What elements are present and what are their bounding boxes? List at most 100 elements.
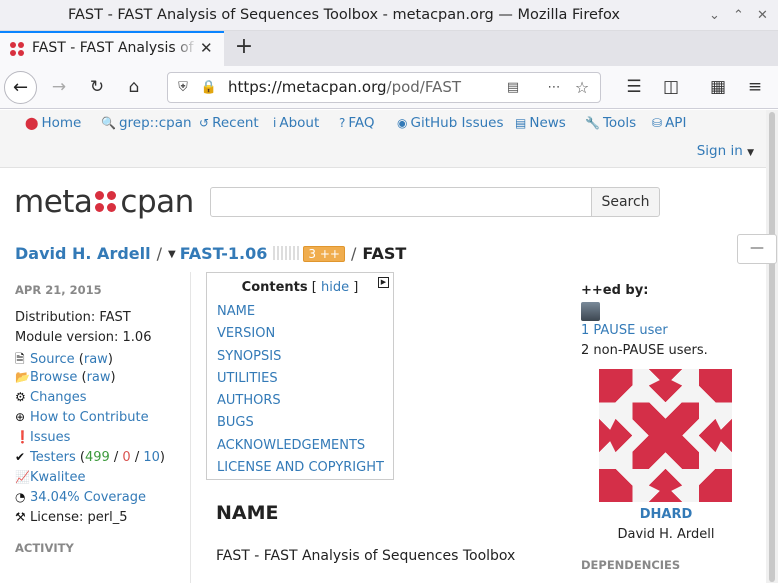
new-tab-icon[interactable]: +	[232, 34, 256, 59]
tab-bar: FAST - FAST Analysis of Sequences Toolbo…	[0, 31, 778, 66]
home-dots-icon: ⬤	[25, 116, 39, 130]
database-icon: ⛁	[652, 116, 663, 130]
toc-item-version[interactable]: VERSION	[217, 326, 384, 348]
extensions-icon[interactable]: ▦	[706, 75, 730, 99]
metacpan-logo[interactable]: meta cpan	[14, 184, 194, 220]
breadcrumb-author[interactable]: David H. Ardell	[15, 244, 151, 263]
pause-users-link[interactable]: 1 PAUSE user	[581, 323, 668, 338]
nav-grep-cpan[interactable]: 🔍 grep::cpan	[101, 115, 192, 131]
nav-github-issues[interactable]: ◉ GitHub Issues	[397, 115, 504, 131]
changes-link[interactable]: ⚙ Changes	[15, 390, 190, 410]
address-bar[interactable]: ⛨ 🔒 https://metacpan.org/pod/FAST ▤ ⋯ ☆	[167, 72, 601, 103]
minimize-icon[interactable]: ⌄	[707, 8, 722, 23]
reader-view-icon[interactable]: ▤	[504, 79, 522, 97]
nav-faq[interactable]: ? FAQ	[339, 115, 375, 131]
module-version: Module version: 1.06	[15, 330, 152, 345]
nav-news[interactable]: ▤ News	[515, 115, 566, 131]
plussed-by-heading: ++ed by:	[581, 283, 649, 298]
column-divider	[190, 272, 191, 583]
author-pause-id[interactable]: DHARD	[581, 507, 751, 522]
section-heading-name: NAME	[216, 502, 279, 524]
more-actions-icon[interactable]: ⋯	[545, 79, 563, 97]
pie-chart-icon: ◔	[15, 490, 26, 504]
toc-item-synopsis[interactable]: SYNOPSIS	[217, 349, 384, 371]
news-icon: ▤	[515, 116, 527, 130]
sidebar-icon[interactable]: ◫	[659, 75, 683, 99]
sign-in-dropdown[interactable]: Sign in ▼	[697, 143, 754, 159]
exclamation-circle-icon: ❗	[15, 430, 30, 444]
toc-item-bugs[interactable]: BUGS	[217, 415, 384, 437]
tab-active[interactable]: FAST - FAST Analysis of Sequences Toolbo…	[0, 31, 224, 66]
info-icon: i	[273, 116, 277, 130]
toc-item-acknowledgements[interactable]: ACKNOWLEDGEMENTS	[217, 438, 384, 460]
search-input[interactable]	[210, 187, 592, 217]
site-navigation: ⬤ Home 🔍 grep::cpan ↺ Recent i About ? FAQ ◉ G…	[0, 110, 766, 168]
scrollbar-thumb[interactable]	[769, 112, 775, 582]
url-text[interactable]: https://metacpan.org/pod/FAST	[228, 78, 461, 96]
nav-recent[interactable]: ↺ Recent	[199, 115, 259, 131]
toc-hide-link[interactable]: hide	[321, 280, 349, 295]
bookmark-star-icon[interactable]: ☆	[573, 79, 591, 97]
release-activity-bars	[273, 246, 300, 260]
pause-user-avatar[interactable]	[581, 302, 600, 321]
forward-arrow-icon[interactable]: →	[47, 75, 71, 99]
maximize-icon[interactable]: ⌃	[731, 8, 746, 23]
breadcrumb-release[interactable]: FAST-1.06	[180, 244, 268, 263]
toc-item-name[interactable]: NAME	[217, 304, 384, 326]
line-chart-icon: 📈	[15, 470, 30, 484]
history-icon: ↺	[199, 116, 210, 130]
shield-icon[interactable]: ⛨	[174, 79, 192, 97]
toc-item-license[interactable]: LICENSE AND COPYRIGHT	[217, 460, 384, 482]
testers-na: 10	[143, 450, 160, 465]
window-titlebar: FAST - FAST Analysis of Sequences Toolbo…	[0, 0, 778, 31]
activity-heading: ACTIVITY	[15, 541, 74, 555]
testers-pass: 499	[84, 450, 110, 465]
coverage-link[interactable]: ◔ 34.04% Coverage	[15, 490, 190, 510]
license-info: ⚒ License: perl_5	[15, 510, 128, 525]
source-raw-link[interactable]: raw	[84, 352, 108, 367]
search-button[interactable]: Search	[591, 187, 660, 217]
testers-link[interactable]: ✔ Testers (499 / 0 / 10)	[15, 450, 190, 470]
nav-api[interactable]: ⛁ API	[652, 115, 686, 131]
release-date: APR 21, 2015	[15, 283, 102, 297]
gavel-icon: ⚒	[15, 510, 26, 524]
close-tab-icon[interactable]: ✕	[200, 39, 213, 57]
home-icon[interactable]: ⌂	[122, 75, 146, 99]
search-icon: 🔍	[101, 116, 116, 130]
page-scrollbar[interactable]	[766, 110, 778, 583]
wrench-icon: 🔧	[585, 116, 600, 130]
browse-raw-link[interactable]: raw	[87, 370, 111, 385]
plusplus-badge[interactable]: 3 ++	[303, 246, 345, 262]
kwalitee-link[interactable]: 📈Kwalitee	[15, 470, 190, 490]
contribute-link[interactable]: ⊕ How to Contribute	[15, 410, 190, 430]
navigation-toolbar: ← → ↻ ⌂ ⛨ 🔒 https://metacpan.org/pod/FAS…	[0, 66, 778, 109]
release-caret-icon[interactable]: ▼	[168, 249, 176, 260]
reload-icon[interactable]: ↻	[85, 75, 109, 99]
collapse-sidebar-button[interactable]: —	[737, 234, 777, 264]
logo-dots-icon	[95, 191, 117, 213]
menu-icon[interactable]: ≡	[743, 75, 767, 99]
breadcrumb: David H. Ardell / ▼ FAST-1.06 3 ++ / FAST	[15, 244, 407, 263]
close-window-icon[interactable]: ✕	[755, 8, 770, 23]
module-description: FAST - FAST Analysis of Sequences Toolbo…	[216, 548, 516, 564]
check-circle-icon: ✔	[15, 450, 26, 464]
library-icon[interactable]: ☰	[622, 75, 646, 99]
author-name: David H. Ardell	[617, 527, 715, 542]
tab-title: FAST - FAST Analysis of Sequences Toolbo…	[32, 40, 197, 56]
lock-icon[interactable]: 🔒	[200, 79, 218, 97]
plus-circle-icon: ⊕	[15, 410, 26, 424]
caret-down-icon: ▼	[747, 148, 754, 158]
nav-about[interactable]: i About	[273, 115, 319, 131]
nav-home[interactable]: ⬤ Home	[25, 115, 81, 131]
browse-link[interactable]: 📂Browse (raw)	[15, 370, 190, 390]
back-arrow-icon[interactable]: ←	[4, 71, 37, 104]
toc-item-authors[interactable]: AUTHORS	[217, 393, 384, 415]
toc-expand-icon[interactable]: ▶	[378, 277, 389, 288]
breadcrumb-module: FAST	[362, 244, 407, 263]
toc-item-utilities[interactable]: UTILITIES	[217, 371, 384, 393]
nav-tools[interactable]: 🔧 Tools	[585, 115, 636, 131]
author-gravatar[interactable]	[599, 369, 732, 502]
issues-link[interactable]: ❗Issues	[15, 430, 190, 450]
source-link[interactable]: 🗎 Source (raw)	[15, 350, 190, 370]
gears-icon: ⚙	[15, 390, 26, 404]
